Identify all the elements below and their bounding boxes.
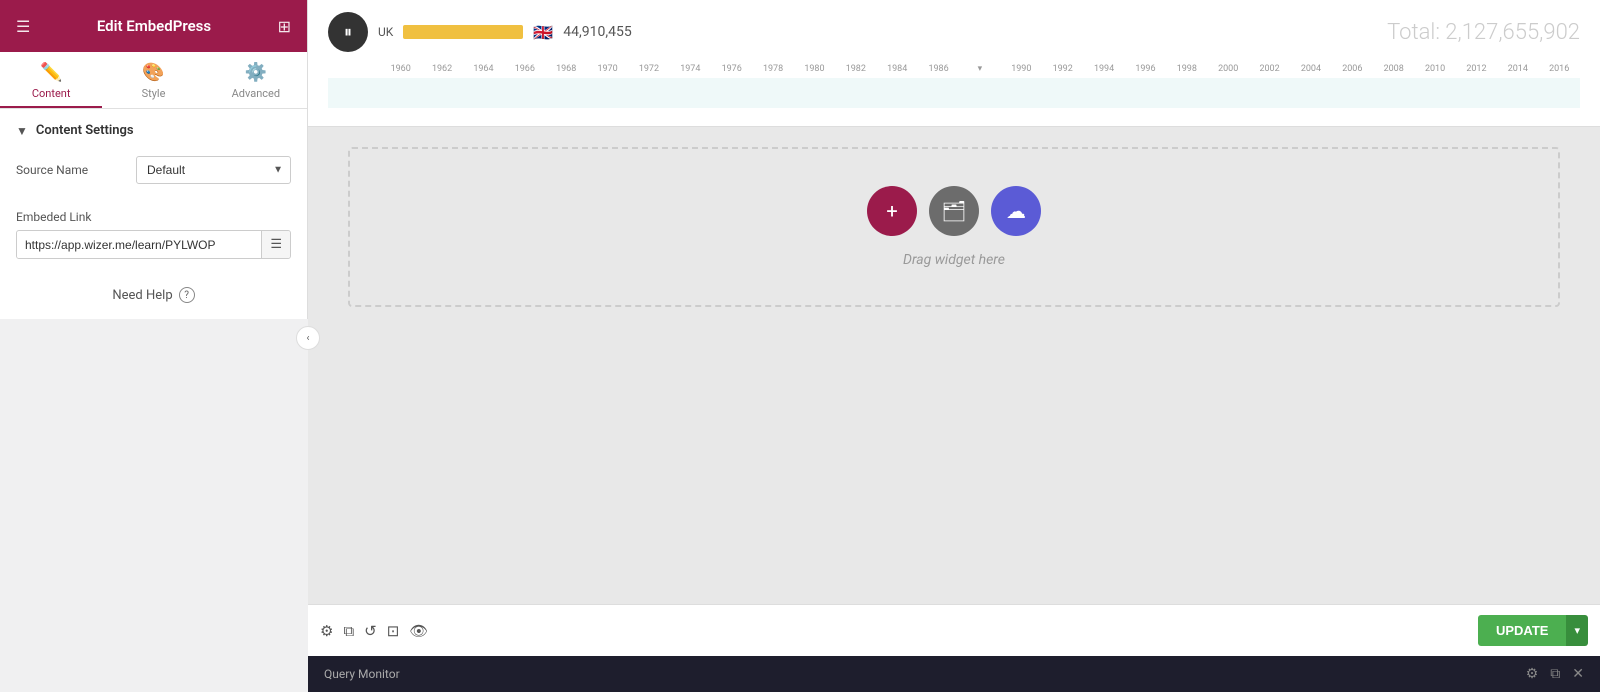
timeline-year: 2004: [1290, 64, 1331, 74]
widget-action-buttons: + 🗂 ☁: [867, 186, 1041, 236]
tab-style[interactable]: 🎨 Style: [102, 52, 204, 108]
timeline-year: 1976: [711, 64, 752, 74]
timeline-year: 2012: [1456, 64, 1497, 74]
panel-content: ▼ Content Settings Source Name Default C…: [0, 109, 307, 319]
bottom-toolbar: ⚙ ⧉ ↺ ⊡ 👁 UPDATE ▾: [308, 604, 1600, 656]
query-monitor-label: Query Monitor: [324, 667, 1526, 681]
update-button-group: UPDATE ▾: [1478, 615, 1588, 646]
qm-window-icon[interactable]: ⧉: [1550, 666, 1560, 682]
section-toggle-icon: ▼: [16, 124, 28, 138]
eye-icon[interactable]: 👁: [409, 622, 428, 640]
folder-widget-button[interactable]: 🗂: [929, 186, 979, 236]
timeline-year: 1982: [835, 64, 876, 74]
source-name-label: Source Name: [16, 163, 136, 177]
content-tab-icon: ✏️: [40, 62, 62, 83]
canvas-area: ⏸ UK 🇬🇧 44,910,455 Total: 2,127,655,902 …: [308, 0, 1600, 604]
gear-icon[interactable]: ⚙: [320, 622, 333, 640]
chart-timeline: 1960 1962 1964 1966 1968 1970 1972 1974 …: [328, 60, 1580, 78]
source-name-select[interactable]: Default Custom: [136, 156, 291, 184]
timeline-year: 1994: [1083, 64, 1124, 74]
add-icon: +: [886, 199, 897, 223]
update-dropdown-button[interactable]: ▾: [1566, 615, 1588, 646]
timeline-year: 2006: [1332, 64, 1373, 74]
timeline-year: 2002: [1249, 64, 1290, 74]
history-icon[interactable]: ↺: [364, 622, 377, 640]
country-code: UK: [378, 25, 393, 39]
timeline-year: 1962: [421, 64, 462, 74]
play-pause-icon: ⏸: [344, 22, 352, 42]
panel-tabs: ✏️ Content 🎨 Style ⚙️ Advanced: [0, 52, 307, 109]
timeline-year: 1996: [1125, 64, 1166, 74]
embedded-link-label: Embeded Link: [16, 210, 291, 224]
progress-bar: [403, 25, 523, 39]
need-help-section[interactable]: Need Help ?: [0, 271, 307, 319]
content-settings-header[interactable]: ▼ Content Settings: [0, 109, 307, 148]
widget-drop-zone[interactable]: + 🗂 ☁ Drag widget here: [348, 147, 1560, 307]
chart-total: Total: 2,127,655,902: [1387, 20, 1580, 45]
link-options-icon[interactable]: ☰: [261, 231, 290, 258]
timeline-year: 2008: [1373, 64, 1414, 74]
timeline-year: 1974: [670, 64, 711, 74]
timeline-year: 1986: [918, 64, 959, 74]
qm-close-icon[interactable]: ✕: [1572, 666, 1584, 682]
add-widget-button[interactable]: +: [867, 186, 917, 236]
embedded-link-input[interactable]: [17, 232, 261, 258]
timeline-year: 1972: [628, 64, 669, 74]
responsive-icon[interactable]: ⊡: [387, 622, 400, 640]
menu-icon[interactable]: ☰: [16, 17, 30, 36]
drag-hint-text: Drag widget here: [903, 252, 1005, 268]
query-monitor-bar: Query Monitor ⚙ ⧉ ✕: [308, 656, 1600, 692]
style-tab-icon: 🎨: [142, 62, 164, 83]
timeline-year: 1984: [877, 64, 918, 74]
timeline-year: 2016: [1539, 64, 1580, 74]
advanced-tab-icon: ⚙️: [245, 62, 267, 83]
main-content-area: ⏸ UK 🇬🇧 44,910,455 Total: 2,127,655,902 …: [308, 0, 1600, 692]
need-help-label: Need Help: [112, 288, 172, 303]
panel-collapse-button[interactable]: ‹: [296, 326, 320, 350]
update-button[interactable]: UPDATE: [1478, 615, 1566, 646]
chart-value: 44,910,455: [563, 24, 631, 40]
timeline-year: 1966: [504, 64, 545, 74]
source-name-group: Source Name Default Custom ▼: [0, 148, 307, 210]
timeline-marker: ▾: [959, 64, 1000, 74]
embedded-link-group: Embeded Link ☰: [0, 210, 307, 271]
timeline-year: 1980: [794, 64, 835, 74]
tab-advanced-label: Advanced: [232, 87, 280, 100]
timeline-year: 2000: [1208, 64, 1249, 74]
timeline-year: 1968: [546, 64, 587, 74]
timeline-year: 1964: [463, 64, 504, 74]
folder-icon: 🗂: [941, 199, 966, 223]
panel-title: Edit EmbedPress: [97, 17, 211, 35]
timeline-year: 1960: [380, 64, 421, 74]
tab-content[interactable]: ✏️ Content: [0, 52, 102, 108]
timeline-year: 1970: [587, 64, 628, 74]
flag-emoji: 🇬🇧: [533, 23, 553, 42]
panel-header: ☰ Edit EmbedPress ⊞: [0, 0, 307, 52]
chart-area: ⏸ UK 🇬🇧 44,910,455 Total: 2,127,655,902 …: [308, 0, 1600, 127]
tab-style-label: Style: [142, 87, 166, 100]
source-name-row: Source Name Default Custom ▼: [16, 156, 291, 184]
grid-icon[interactable]: ⊞: [278, 17, 291, 36]
timeline-year: 1978: [752, 64, 793, 74]
cloud-icon: ☁: [1006, 199, 1026, 223]
qm-settings-icon[interactable]: ⚙: [1526, 666, 1539, 682]
cloud-widget-button[interactable]: ☁: [991, 186, 1041, 236]
chart-top-row: ⏸ UK 🇬🇧 44,910,455 Total: 2,127,655,902: [328, 12, 1580, 52]
play-pause-button[interactable]: ⏸: [328, 12, 368, 52]
layers-icon[interactable]: ⧉: [343, 622, 354, 640]
timeline-year: 2010: [1414, 64, 1455, 74]
embedded-link-input-wrapper: ☰: [16, 230, 291, 259]
tab-advanced[interactable]: ⚙️ Advanced: [205, 52, 307, 108]
timeline-year: 1998: [1166, 64, 1207, 74]
timeline-year: 1992: [1042, 64, 1083, 74]
section-title: Content Settings: [36, 123, 134, 138]
help-icon: ?: [179, 287, 195, 303]
tab-content-label: Content: [32, 87, 71, 100]
query-monitor-icons: ⚙ ⧉ ✕: [1526, 666, 1584, 682]
chart-content-row: [328, 78, 1580, 108]
timeline-year: 2014: [1497, 64, 1538, 74]
drop-zone-container: + 🗂 ☁ Drag widget here: [308, 127, 1600, 327]
timeline-year: 1990: [1001, 64, 1042, 74]
source-name-select-wrapper: Default Custom ▼: [136, 156, 291, 184]
